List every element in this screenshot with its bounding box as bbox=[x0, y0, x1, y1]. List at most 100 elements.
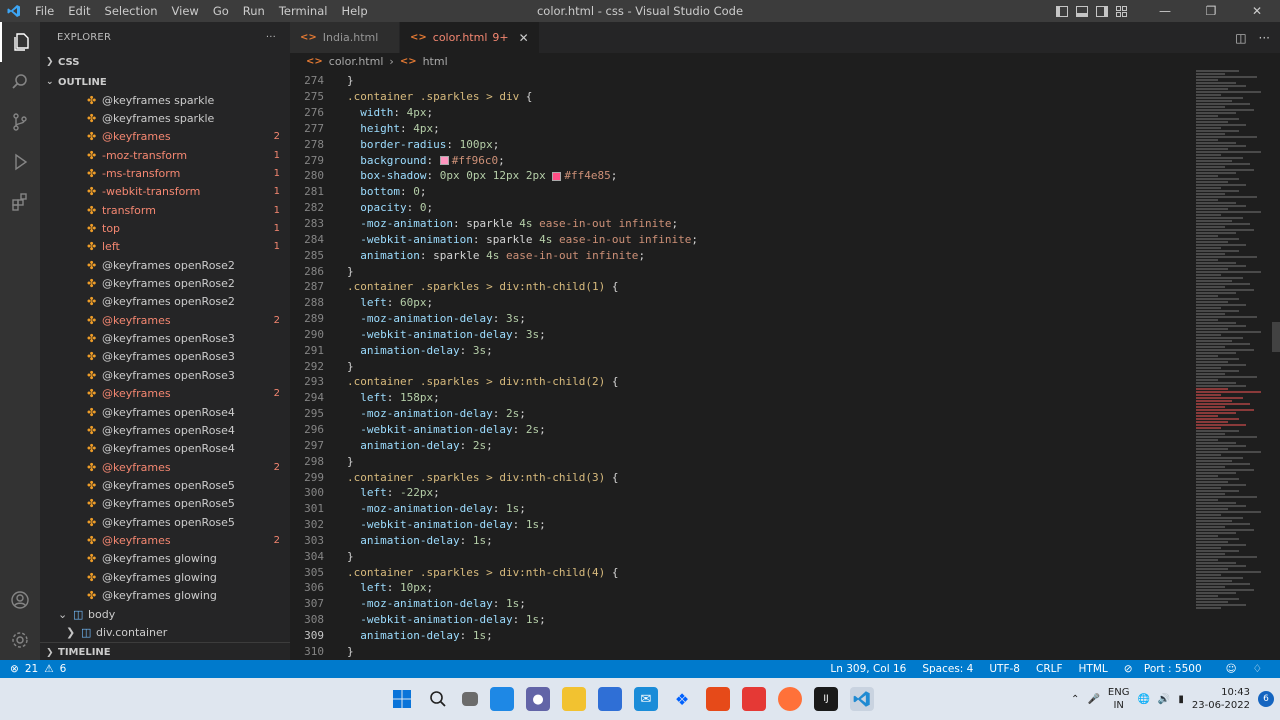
microsoft-store-icon[interactable] bbox=[598, 687, 622, 711]
code-line[interactable]: 282 opacity: 0; bbox=[290, 200, 1190, 216]
run-debug-icon[interactable] bbox=[0, 142, 40, 182]
code-line[interactable]: 297 animation-delay: 2s; bbox=[290, 437, 1190, 453]
outline-item[interactable]: ✤ @keyframes glowing bbox=[40, 568, 290, 586]
outline-item[interactable]: ✤ @keyframes 2 bbox=[40, 311, 290, 329]
widgets-icon[interactable] bbox=[490, 687, 514, 711]
battery-icon[interactable]: ▮ bbox=[1178, 694, 1184, 705]
tab-color-html[interactable]: <> color.html 9+ ✕ bbox=[400, 22, 540, 53]
code-line[interactable]: 295 -moz-animation-delay: 2s; bbox=[290, 406, 1190, 422]
encoding[interactable]: UTF-8 bbox=[989, 663, 1020, 675]
menu-terminal[interactable]: Terminal bbox=[272, 0, 335, 22]
clock[interactable]: 10:43 23-06-2022 bbox=[1192, 686, 1250, 712]
menu-selection[interactable]: Selection bbox=[98, 0, 165, 22]
code-line[interactable]: 285 animation: sparkle 4s ease-in-out in… bbox=[290, 247, 1190, 263]
office-icon[interactable] bbox=[706, 687, 730, 711]
menu-edit[interactable]: Edit bbox=[61, 0, 97, 22]
vscode-taskbar-icon[interactable] bbox=[850, 687, 874, 711]
live-server-port[interactable]: ⊘ Port : 5500 bbox=[1124, 663, 1210, 675]
search-icon[interactable] bbox=[0, 62, 40, 102]
teams-chat-icon[interactable]: ● bbox=[526, 687, 550, 711]
jetbrains-icon[interactable]: IJ bbox=[814, 687, 838, 711]
outline-item[interactable]: ✤ @keyframes 2 bbox=[40, 458, 290, 476]
dropbox-icon[interactable]: ❖ bbox=[670, 687, 694, 711]
windows-start-icon[interactable] bbox=[390, 687, 414, 711]
code-line[interactable]: 296 -webkit-animation-delay: 2s; bbox=[290, 422, 1190, 438]
feedback-icon[interactable]: ☺ bbox=[1226, 663, 1237, 675]
code-line[interactable]: 301 -moz-animation-delay: 1s; bbox=[290, 501, 1190, 517]
menu-help[interactable]: Help bbox=[334, 0, 374, 22]
code-line[interactable]: 287 .container .sparkles > div:nth-child(… bbox=[290, 279, 1190, 295]
outline-item[interactable]: ✤ top 1 bbox=[40, 219, 290, 237]
code-line[interactable]: 290 -webkit-animation-delay: 3s; bbox=[290, 327, 1190, 343]
code-line[interactable]: 281 bottom: 0; bbox=[290, 184, 1190, 200]
taskbar-search-icon[interactable] bbox=[426, 687, 450, 711]
office-app-icon[interactable] bbox=[742, 687, 766, 711]
error-count[interactable]: 21 bbox=[25, 663, 38, 675]
code-line[interactable]: 283 -moz-animation: sparkle 4s ease-in-o… bbox=[290, 216, 1190, 232]
more-actions-icon[interactable]: ··· bbox=[266, 32, 276, 43]
code-line[interactable]: 299 .container .sparkles > div:nth-child(… bbox=[290, 469, 1190, 485]
code-line[interactable]: 277 height: 4px; bbox=[290, 121, 1190, 137]
outline-item[interactable]: ✤ @keyframes sparkle bbox=[40, 91, 290, 109]
firefox-icon[interactable] bbox=[778, 687, 802, 711]
outline-node-div-container[interactable]: ❯ ◫ div.container bbox=[40, 623, 290, 641]
folder-section-css[interactable]: ❯ CSS bbox=[40, 52, 290, 72]
close-tab-icon[interactable]: ✕ bbox=[519, 31, 529, 45]
outline-item[interactable]: ✤ -ms-transform 1 bbox=[40, 164, 290, 182]
code-line[interactable]: 298} bbox=[290, 453, 1190, 469]
outline-item[interactable]: ✤ @keyframes 2 bbox=[40, 531, 290, 549]
minimize-button[interactable]: — bbox=[1142, 0, 1188, 22]
menu-run[interactable]: Run bbox=[236, 0, 272, 22]
microphone-icon[interactable]: 🎤 bbox=[1087, 694, 1099, 705]
split-editor-icon[interactable]: ◫ bbox=[1235, 31, 1246, 45]
language-mode[interactable]: HTML bbox=[1079, 663, 1108, 675]
code-line[interactable]: 279 background: #ff96c0; bbox=[290, 152, 1190, 168]
breadcrumb-file[interactable]: color.html bbox=[329, 55, 384, 68]
code-line[interactable]: 291 animation-delay: 3s; bbox=[290, 342, 1190, 358]
task-view-icon[interactable] bbox=[462, 692, 478, 706]
outline-section[interactable]: ⌄ OUTLINE bbox=[40, 72, 290, 92]
menu-go[interactable]: Go bbox=[206, 0, 236, 22]
notification-badge[interactable]: 6 bbox=[1258, 691, 1274, 707]
input-language[interactable]: ENG IN bbox=[1108, 686, 1130, 712]
outline-item[interactable]: ✤ -moz-transform 1 bbox=[40, 146, 290, 164]
network-globe-icon[interactable]: 🌐 bbox=[1137, 694, 1149, 705]
explorer-icon[interactable] bbox=[0, 22, 40, 62]
accounts-icon[interactable] bbox=[0, 580, 40, 620]
outline-item[interactable]: ✤ @keyframes openRose4 bbox=[40, 403, 290, 421]
code-line[interactable]: 304} bbox=[290, 548, 1190, 564]
code-line[interactable]: 288 left: 60px; bbox=[290, 295, 1190, 311]
code-line[interactable]: 303 animation-delay: 1s; bbox=[290, 532, 1190, 548]
vertical-scrollbar[interactable] bbox=[1272, 322, 1280, 352]
warning-count[interactable]: 6 bbox=[60, 663, 67, 675]
warning-icon[interactable]: ⚠ bbox=[44, 663, 53, 675]
outline-item[interactable]: ✤ @keyframes openRose5 bbox=[40, 513, 290, 531]
cursor-position[interactable]: Ln 309, Col 16 bbox=[830, 663, 906, 675]
code-line[interactable]: 292} bbox=[290, 358, 1190, 374]
outline-item[interactable]: ✤ @keyframes openRose2 bbox=[40, 293, 290, 311]
outline-item[interactable]: ✤ @keyframes openRose3 bbox=[40, 329, 290, 347]
outline-item[interactable]: ✤ @keyframes openRose4 bbox=[40, 440, 290, 458]
outline-item[interactable]: ✤ @keyframes sparkle bbox=[40, 109, 290, 127]
code-line[interactable]: 294 left: 158px; bbox=[290, 390, 1190, 406]
volume-icon[interactable]: 🔊 bbox=[1158, 694, 1170, 705]
end-of-line[interactable]: CRLF bbox=[1036, 663, 1063, 675]
outline-node-body[interactable]: ⌄ ◫ body bbox=[40, 605, 290, 623]
code-line[interactable]: 274} bbox=[290, 73, 1190, 89]
close-window-button[interactable]: ✕ bbox=[1234, 0, 1280, 22]
menu-view[interactable]: View bbox=[165, 0, 206, 22]
code-line[interactable]: 310} bbox=[290, 643, 1190, 659]
code-line[interactable]: 289 -moz-animation-delay: 3s; bbox=[290, 311, 1190, 327]
code-line[interactable]: 306 left: 10px; bbox=[290, 580, 1190, 596]
code-line[interactable]: 309 animation-delay: 1s; bbox=[290, 628, 1190, 644]
toggle-panel-icon[interactable] bbox=[1076, 5, 1088, 17]
outline-item[interactable]: ✤ @keyframes 2 bbox=[40, 128, 290, 146]
outline-item[interactable]: ✤ -webkit-transform 1 bbox=[40, 183, 290, 201]
code-line[interactable]: 293 .container .sparkles > div:nth-child(… bbox=[290, 374, 1190, 390]
code-line[interactable]: 302 -webkit-animation-delay: 1s; bbox=[290, 517, 1190, 533]
outline-item[interactable]: ✤ @keyframes glowing bbox=[40, 550, 290, 568]
timeline-section[interactable]: ❯ TIMELINE bbox=[40, 642, 290, 660]
outline-item[interactable]: ✤ @keyframes openRose3 bbox=[40, 348, 290, 366]
code-line[interactable]: 278 border-radius: 100px; bbox=[290, 136, 1190, 152]
customize-layout-icon[interactable] bbox=[1116, 5, 1128, 17]
